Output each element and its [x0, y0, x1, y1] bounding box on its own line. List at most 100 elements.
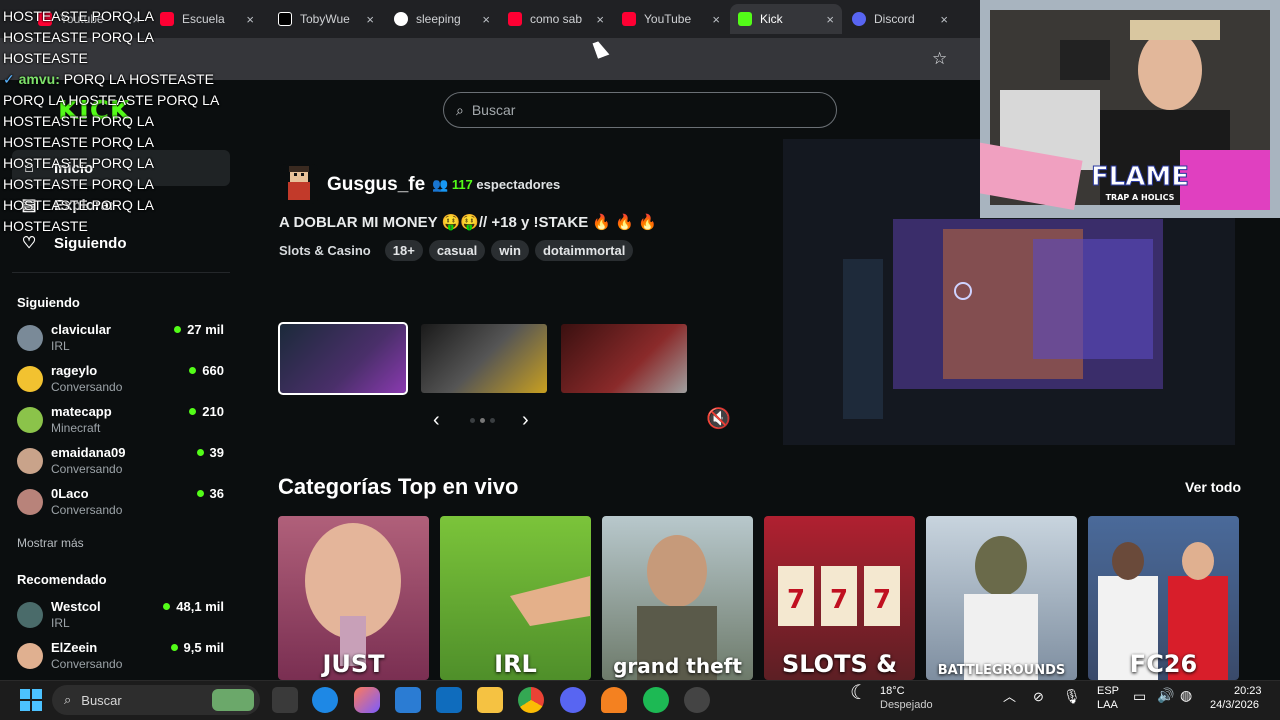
category-card[interactable]: FC26 — [1088, 516, 1239, 680]
viewer-number: 117 — [451, 177, 473, 192]
chat-username: amvu — [18, 71, 56, 87]
tab-tobywue[interactable]: TobyWue × — [270, 4, 382, 34]
display-icon[interactable]: ▭ — [1133, 689, 1146, 703]
category-card[interactable]: JUST — [278, 516, 429, 680]
taskbar-search[interactable]: ⌕ Buscar — [52, 685, 260, 715]
cloudflare-icon[interactable] — [601, 687, 627, 713]
tray-chevron-icon[interactable]: ︿ — [1003, 690, 1016, 704]
close-icon[interactable]: × — [596, 12, 604, 27]
microphone-icon[interactable]: 🎙 — [1063, 689, 1081, 703]
close-icon[interactable]: × — [246, 12, 254, 27]
following-channel-rageylo[interactable]: rageylo Conversando 660 — [17, 363, 227, 399]
following-channel-clavicular[interactable]: clavicular IRL 27 mil — [17, 322, 227, 358]
category-card[interactable]: 7 7 7 SLOTS & — [764, 516, 915, 680]
avatar — [17, 602, 43, 628]
tab-label: Kick — [760, 12, 783, 26]
obs-icon[interactable] — [684, 687, 710, 713]
copilot-icon[interactable] — [354, 687, 380, 713]
tab-como-sab[interactable]: como sab × — [500, 4, 612, 34]
webcam-banner-sub: TRAP A HOLICS — [1105, 193, 1175, 202]
channel-category: IRL — [51, 616, 70, 630]
tab-label: como sab — [530, 12, 583, 26]
discord-icon — [852, 12, 866, 26]
google-icon — [394, 12, 408, 26]
channel-name: Westcol — [51, 599, 101, 614]
avatar — [17, 407, 43, 433]
webcam-banner: FLAME — [1090, 162, 1190, 193]
divider — [12, 272, 230, 273]
network-off-icon[interactable]: ⊘ — [1033, 690, 1044, 704]
carousel-thumbnail[interactable] — [421, 324, 547, 393]
search-input[interactable] — [471, 102, 792, 118]
category-label: grand theft — [613, 654, 742, 678]
weather-moon-icon: ☾ — [850, 682, 868, 704]
carousel-prev-icon[interactable]: ‹ — [433, 409, 440, 432]
see-all-link[interactable]: Ver todo — [1185, 479, 1241, 495]
mute-icon[interactable]: 🔇 — [706, 406, 731, 431]
channel-category: Conversando — [51, 503, 123, 517]
category-card[interactable]: grand theft — [602, 516, 753, 680]
clock-time[interactable]: 20:23 — [1234, 684, 1262, 698]
tab-sleeping[interactable]: sleeping × — [386, 4, 498, 34]
carousel-thumbnail[interactable] — [278, 322, 408, 395]
task-view-icon[interactable] — [272, 687, 298, 713]
channel-name: 0Laco — [51, 486, 89, 501]
file-explorer-icon[interactable] — [477, 687, 503, 713]
nav-label: Siguiendo — [54, 234, 127, 252]
windows-start-icon[interactable] — [18, 687, 44, 713]
show-more-link[interactable]: Mostrar más — [17, 536, 84, 550]
language-primary[interactable]: ESP — [1097, 684, 1119, 698]
webcam-overlay: FLAME TRAP A HOLICS — [980, 0, 1280, 218]
weather-temp[interactable]: 18°C — [880, 684, 905, 698]
search-icon: ⌕ — [64, 692, 72, 707]
channel-category: IRL — [51, 339, 70, 353]
carousel-dot[interactable] — [480, 418, 485, 423]
tab-youtube-2[interactable]: YouTube × — [614, 4, 728, 34]
tab-discord[interactable]: Discord × — [844, 4, 956, 34]
bookmark-star-icon[interactable]: ☆ — [932, 49, 947, 69]
recommended-channel-westcol[interactable]: Westcol IRL 48,1 mil — [17, 599, 227, 635]
category-label: BATTLEGROUNDS — [937, 663, 1066, 678]
carousel-dot[interactable] — [470, 418, 475, 423]
carousel-dot[interactable] — [490, 418, 495, 423]
close-icon[interactable]: × — [826, 12, 834, 27]
category-card[interactable]: BATTLEGROUNDS — [926, 516, 1077, 680]
recommended-channel-elzeein[interactable]: ElZeein Conversando 9,5 mil — [17, 640, 227, 676]
stream-category-link[interactable]: Slots & Casino — [279, 243, 371, 258]
following-channel-matecapp[interactable]: matecapp Minecraft 210 — [17, 404, 227, 440]
tab-kick[interactable]: Kick × — [730, 4, 842, 34]
outlook-icon[interactable] — [436, 687, 462, 713]
close-icon[interactable]: × — [366, 12, 374, 27]
carousel-next-icon[interactable]: › — [522, 409, 529, 432]
tag[interactable]: 18+ — [384, 240, 423, 261]
close-icon[interactable]: × — [482, 12, 490, 27]
clock-date[interactable]: 24/3/2026 — [1210, 698, 1259, 712]
close-icon[interactable]: × — [712, 12, 720, 27]
viewer-count: 9,5 mil — [171, 640, 224, 655]
carousel-thumbnail[interactable] — [561, 324, 687, 393]
tag[interactable]: casual — [428, 240, 486, 261]
tag[interactable]: win — [491, 240, 529, 261]
volume-icon[interactable]: 🔊 — [1157, 688, 1174, 702]
chrome-icon[interactable] — [518, 687, 544, 713]
avatar — [17, 448, 43, 474]
following-channel-0laco[interactable]: 0Laco Conversando 36 — [17, 486, 227, 522]
search-icon: ⌕ — [456, 101, 464, 118]
tag[interactable]: dotaimmortal — [534, 240, 634, 261]
search-bar[interactable]: ⌕ — [443, 92, 837, 128]
language-secondary[interactable]: LAA — [1097, 698, 1118, 712]
streamer-avatar[interactable] — [280, 164, 318, 204]
chat-line: HOSTEASTE PORQ LA HOSTEASTE PORQ LA HOST… — [3, 8, 154, 66]
discord-icon[interactable] — [560, 687, 586, 713]
tab-label: YouTube — [644, 12, 692, 26]
spotify-icon[interactable] — [643, 687, 669, 713]
store-icon[interactable] — [395, 687, 421, 713]
weather-desc[interactable]: Despejado — [880, 698, 933, 712]
edge-icon[interactable] — [312, 687, 338, 713]
category-card[interactable]: IRL — [440, 516, 591, 680]
following-channel-emaidana09[interactable]: emaidana09 Conversando 39 — [17, 445, 227, 481]
streamer-name[interactable]: Gusgus_fe — [327, 174, 425, 196]
close-icon[interactable]: × — [940, 12, 948, 27]
battery-icon[interactable]: ◍ — [1180, 688, 1192, 702]
youtube-icon — [622, 12, 636, 26]
